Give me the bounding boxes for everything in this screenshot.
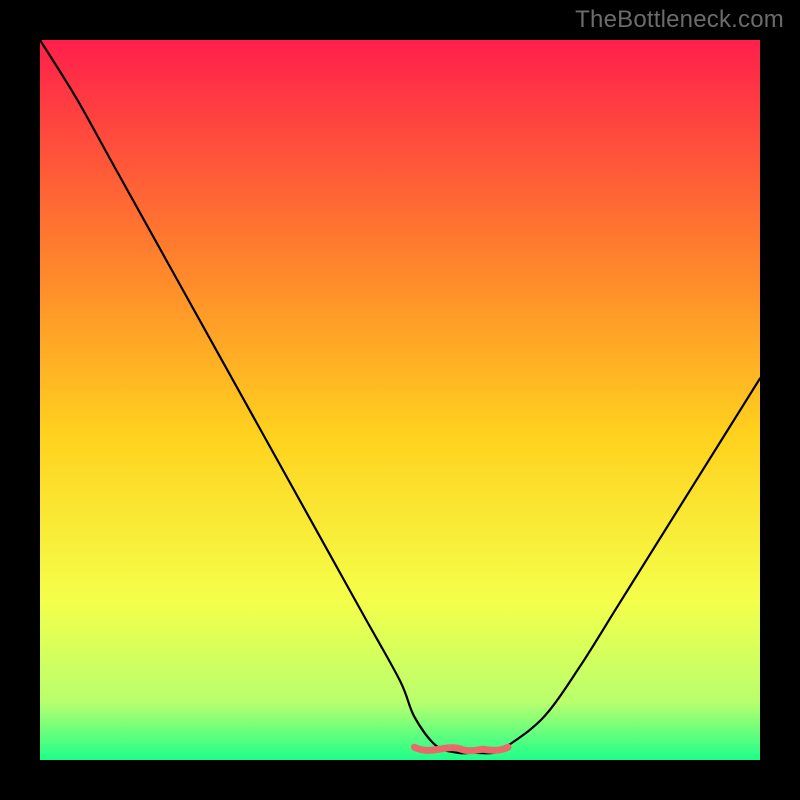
gradient-background: [40, 40, 760, 760]
plot-area: [40, 40, 760, 760]
chart-stage: TheBottleneck.com: [0, 0, 800, 800]
optimal-zone-marker: [414, 747, 508, 751]
chart-svg: [40, 40, 760, 760]
watermark-text: TheBottleneck.com: [575, 6, 784, 34]
